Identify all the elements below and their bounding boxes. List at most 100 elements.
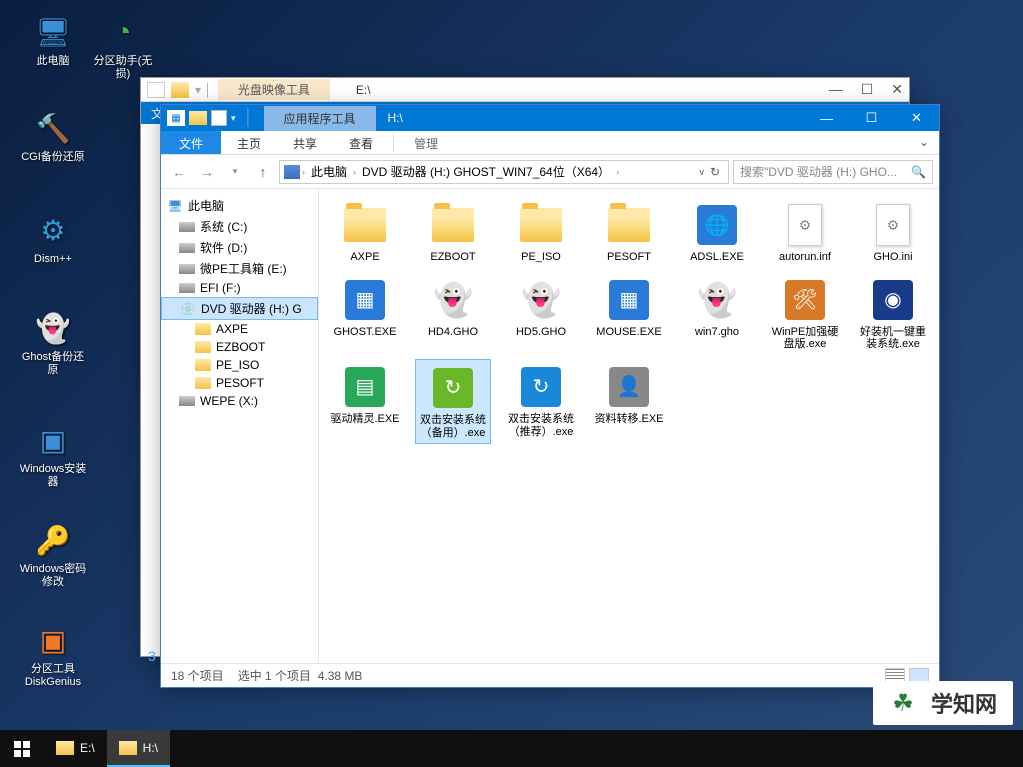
desktop-icon-wininst[interactable]: ▣Windows安装器 (18, 420, 88, 489)
history-dropdown-icon[interactable]: v (699, 167, 704, 177)
tab-home[interactable]: 主页 (221, 131, 277, 154)
tab-share[interactable]: 共享 (277, 131, 333, 154)
file-item[interactable]: 🛠WinPE加强硬盘版.exe (767, 272, 843, 355)
file-tab[interactable]: 文件 (161, 131, 221, 154)
file-label: GHOST.EXE (334, 326, 397, 339)
tree-folder[interactable]: AXPE (161, 320, 318, 338)
file-item[interactable]: PESOFT (591, 197, 667, 268)
breadcrumb[interactable]: › 此电脑 › DVD 驱动器 (H:) GHOST_WIN7_64位（X64）… (279, 160, 729, 184)
exe-icon: 👤 (609, 367, 649, 407)
file-item[interactable]: 🌐 ADSL.EXE (679, 197, 755, 268)
chevron-right-icon[interactable]: › (302, 167, 305, 177)
desktop-icon-key[interactable]: 🔑Windows密码修改 (18, 520, 88, 589)
status-bar: 18 个项目 选中 1 个项目 4.38 MB (161, 663, 939, 687)
desktop-icon-gear[interactable]: ⚙Dism++ (18, 210, 88, 266)
folder-icon (608, 208, 650, 242)
file-item[interactable]: ↻双击安装系统（备用）.exe (415, 359, 491, 444)
tree-drive[interactable]: EFI (F:) (161, 279, 318, 297)
tree-folder[interactable]: EZBOOT (161, 338, 318, 356)
qat-dropdown-icon[interactable]: ▾ (231, 113, 236, 124)
context-tab[interactable]: 应用程序工具 (264, 106, 376, 131)
up-button[interactable]: ↑ (251, 160, 275, 184)
desktop-icon-monitor[interactable]: 🖥此电脑 (18, 12, 88, 68)
content-pane[interactable]: AXPE EZBOOTPE_ISOPESOFT 🌐 ADSL.EXE ⚙autorun.… (319, 189, 939, 663)
crumb-drive[interactable]: DVD 驱动器 (H:) GHOST_WIN7_64位（X64） (358, 163, 614, 180)
search-icon[interactable]: 🔍 (911, 165, 926, 179)
desktop-icon-hammer[interactable]: 🔨CGI备份还原 (18, 108, 88, 164)
tree-root-pc[interactable]: 🖥此电脑 (161, 195, 318, 216)
address-bar: ← → ▾ ↑ › 此电脑 › DVD 驱动器 (H:) GHOST_WIN7_… (161, 155, 939, 189)
close-button[interactable]: ✕ (894, 105, 939, 131)
tab-manage[interactable]: 管理 (398, 131, 454, 154)
qat-separator: │ (240, 109, 258, 127)
exe-icon: ▤ (345, 367, 385, 407)
chevron-right-icon[interactable]: › (353, 167, 356, 177)
start-button[interactable] (0, 730, 44, 767)
tree-folder[interactable]: PESOFT (161, 374, 318, 392)
forward-button[interactable]: → (195, 160, 219, 184)
navigation-pane[interactable]: 🖥此电脑系统 (C:)软件 (D:)微PE工具箱 (E:)EFI (F:)💿DV… (161, 189, 319, 663)
file-item[interactable]: ▦ GHOST.EXE (327, 272, 403, 355)
taskbar-item[interactable]: E:\ (44, 730, 107, 767)
minimize-button[interactable]: — (829, 81, 843, 98)
exe-icon: 🛠 (785, 280, 825, 320)
file-label: AXPE (350, 251, 379, 264)
file-item[interactable]: 👻HD4.GHO (415, 272, 491, 355)
tab-view[interactable]: 查看 (333, 131, 389, 154)
qat-separator: ▾ │ (195, 83, 212, 97)
file-item[interactable]: PE_ISO (503, 197, 579, 268)
drive-icon (179, 241, 195, 255)
minimize-button[interactable]: — (804, 105, 849, 131)
selection-info: 选中 1 个项目 4.38 MB (238, 667, 363, 684)
back-button[interactable]: ← (167, 160, 191, 184)
file-label: 资料转移.EXE (594, 413, 663, 426)
ghost-icon: 👻 (521, 280, 561, 320)
file-label: ADSL.EXE (690, 251, 744, 264)
file-item[interactable]: ◉好装机一键重装系统.exe (855, 272, 931, 355)
drive-icon (179, 394, 195, 408)
tree-drive[interactable]: 💿DVD 驱动器 (H:) G (161, 297, 318, 320)
tree-drive[interactable]: WEPE (X:) (161, 392, 318, 410)
maximize-button[interactable]: ☐ (849, 105, 894, 131)
desktop-icon-ghost[interactable]: 👻Ghost备份还原 (18, 308, 88, 377)
exe-icon: ↻ (433, 368, 473, 408)
chevron-right-icon[interactable]: › (616, 167, 619, 177)
file-item[interactable]: ▤ 驱动精灵.EXE (327, 359, 403, 444)
maximize-button[interactable]: ☐ (861, 81, 874, 98)
file-item[interactable]: ⚙autorun.inf (767, 197, 843, 268)
exe-icon: ↻ (521, 367, 561, 407)
exe-icon: ▦ (345, 280, 385, 320)
exe-icon: 🌐 (697, 205, 737, 245)
divider (393, 133, 394, 152)
expand-ribbon-icon[interactable]: ⌄ (909, 131, 939, 154)
tree-drive[interactable]: 系统 (C:) (161, 216, 318, 237)
refresh-icon[interactable]: ↻ (710, 165, 720, 179)
file-item[interactable]: 👤 资料转移.EXE (591, 359, 667, 444)
watermark-text: 学知网 (931, 687, 997, 719)
tree-folder[interactable]: PE_ISO (161, 356, 318, 374)
file-item[interactable]: ▦MOUSE.EXE (591, 272, 667, 355)
desktop-icon-partition[interactable]: ◔分区助手(无损) (88, 12, 158, 81)
file-item[interactable]: ↻双击安装系统（推荐）.exe (503, 359, 579, 444)
qat-icon (211, 110, 227, 126)
tree-drive[interactable]: 软件 (D:) (161, 237, 318, 258)
taskbar[interactable]: E:\H:\ (0, 730, 1023, 767)
taskbar-item[interactable]: H:\ (107, 730, 170, 767)
crumb-pc[interactable]: 此电脑 (307, 163, 351, 180)
search-input[interactable]: 搜索"DVD 驱动器 (H:) GHO... 🔍 (733, 160, 933, 184)
file-label: 驱动精灵.EXE (330, 413, 399, 426)
file-item[interactable]: ⚙GHO.ini (855, 197, 931, 268)
file-item[interactable]: 👻win7.gho (679, 272, 755, 355)
desktop-icon-dg[interactable]: ▣分区工具DiskGenius (18, 620, 88, 689)
tree-drive[interactable]: 微PE工具箱 (E:) (161, 258, 318, 279)
close-button[interactable]: ✕ (891, 81, 903, 98)
stray-number: 3 (148, 648, 156, 664)
titlebar[interactable]: ▦ ▾ │ 应用程序工具 H:\ — ☐ ✕ (161, 105, 939, 131)
file-item[interactable]: 👻HD5.GHO (503, 272, 579, 355)
recent-dropdown-icon[interactable]: ▾ (223, 160, 247, 184)
folder-icon (195, 377, 211, 389)
config-file-icon: ⚙ (788, 204, 822, 246)
file-item[interactable]: AXPE (327, 197, 403, 268)
file-item[interactable]: EZBOOT (415, 197, 491, 268)
file-label: GHO.ini (873, 251, 912, 264)
